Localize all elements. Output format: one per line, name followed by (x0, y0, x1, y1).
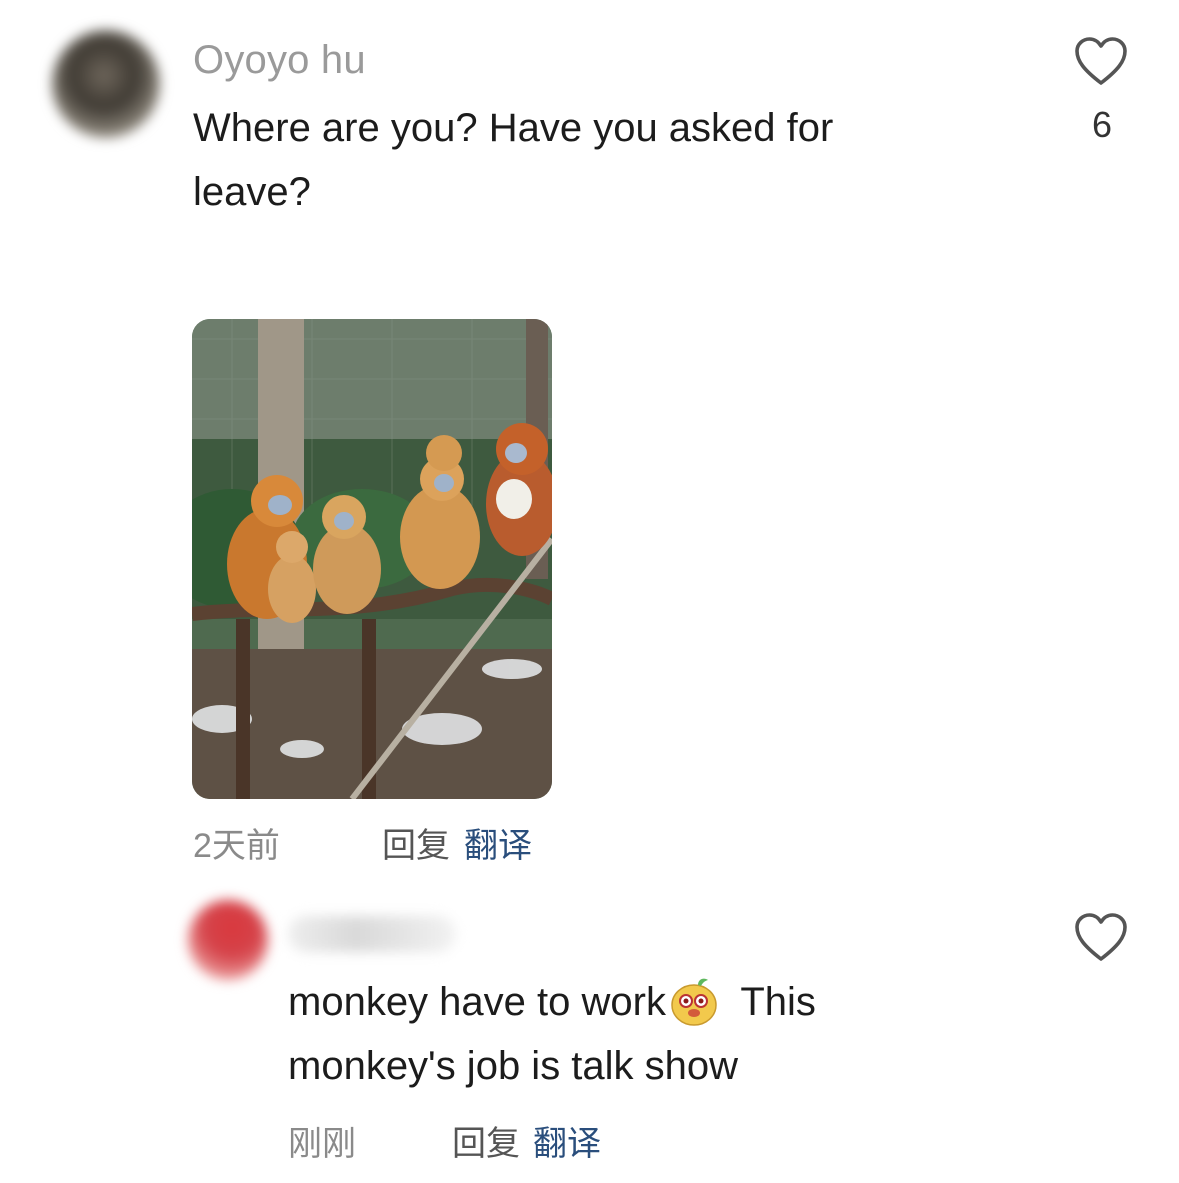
translate-button[interactable]: 翻译 (464, 818, 532, 867)
comment-text: monkey have to work This monkey's job is… (288, 970, 928, 1098)
comment-text-part: monkey have to work (288, 980, 666, 1024)
comment-image[interactable] (192, 319, 552, 799)
like-count: 6 (1091, 104, 1113, 145)
heart-outline-icon[interactable] (1074, 912, 1128, 964)
avatar[interactable] (188, 900, 268, 980)
reply-button[interactable]: 回复 (382, 818, 450, 867)
comment-text: Where are you? Have you asked for leave? (193, 106, 834, 214)
comment-author[interactable]: Oyoyo hu (193, 38, 366, 83)
reply-button[interactable]: 回复 (452, 1116, 520, 1165)
comment-timestamp: 刚刚 (288, 1125, 356, 1163)
avatar[interactable] (52, 30, 160, 138)
comment-author-blurred[interactable] (288, 916, 456, 952)
comment-timestamp: 2天前 (193, 827, 280, 865)
heart-outline-icon[interactable] (1074, 36, 1128, 88)
translate-button[interactable]: 翻译 (533, 1116, 601, 1165)
monkey-face-emoji-icon (671, 978, 717, 1026)
